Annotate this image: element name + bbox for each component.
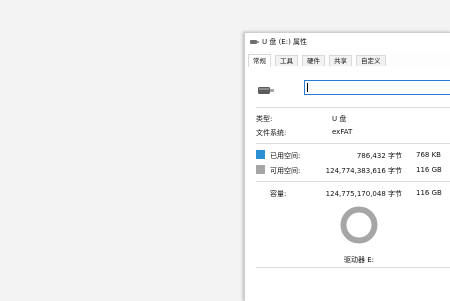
free-space-bytes: 124,774,383,616 字节 <box>325 167 402 175</box>
used-space-bytes: 786,432 字节 <box>356 152 402 160</box>
tab-strip: 常规 工具 硬件 共享 自定义 <box>248 54 450 68</box>
divider <box>256 143 450 144</box>
capacity-bytes: 124,775,170,048 字节 <box>325 190 402 198</box>
tab-tools[interactable]: 工具 <box>275 55 298 66</box>
type-label: 类型: <box>256 115 273 123</box>
tab-hardware[interactable]: 硬件 <box>302 55 325 66</box>
filesystem-value: exFAT <box>332 128 353 136</box>
capacity-label: 容量: <box>270 190 287 198</box>
free-space-label: 可用空间: <box>270 167 301 175</box>
divider <box>256 107 450 108</box>
usb-drive-icon <box>258 86 274 97</box>
type-value: U 盘 <box>332 115 347 123</box>
drive-letter-label: 驱动器 E: <box>344 256 375 264</box>
window-title: U 盘 (E:) 属性 <box>262 38 308 46</box>
divider <box>256 267 450 268</box>
tab-customize[interactable]: 自定义 <box>356 55 386 66</box>
free-space-size: 116 GB <box>416 166 442 174</box>
tab-sharing[interactable]: 共享 <box>329 55 352 66</box>
text-caret <box>307 83 308 92</box>
used-space-size: 768 KB <box>416 151 441 159</box>
usb-drive-icon <box>250 39 259 47</box>
title-bar[interactable]: U 盘 (E:) 属性 <box>245 33 450 51</box>
used-space-swatch <box>256 150 265 159</box>
filesystem-label: 文件系统: <box>256 129 287 137</box>
capacity-size: 116 GB <box>416 189 442 197</box>
free-space-swatch <box>256 165 265 174</box>
tab-general[interactable]: 常规 <box>248 54 271 67</box>
usage-donut <box>340 206 378 244</box>
free-space-ring <box>340 206 378 244</box>
divider <box>256 181 450 182</box>
used-space-label: 已用空间: <box>270 152 301 160</box>
drive-name-input[interactable] <box>304 80 450 95</box>
general-panel: 类型: U 盘 文件系统: exFAT 已用空间: 786,432 字节 768… <box>248 67 450 300</box>
